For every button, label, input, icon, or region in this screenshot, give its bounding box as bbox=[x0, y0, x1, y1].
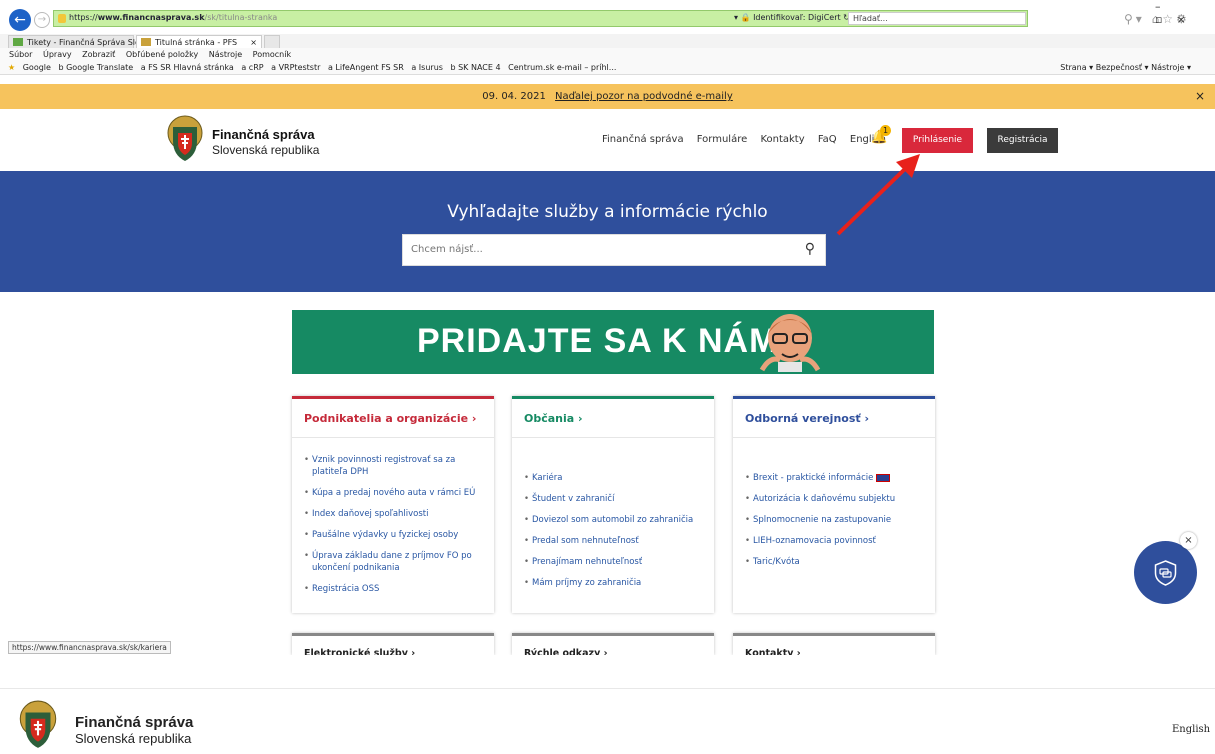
card-title[interactable]: Podnikatelia a organizácie › bbox=[304, 412, 476, 425]
cert-info[interactable]: ▾ 🔒 Identifikovaľ: DigiCert ↻ bbox=[734, 13, 850, 22]
alert-link[interactable]: Naďalej pozor na podvodné e-maily bbox=[555, 91, 733, 102]
brand-title[interactable]: Finančná správa bbox=[212, 127, 315, 142]
card-link[interactable]: Registrácia OSS bbox=[304, 583, 489, 595]
window-controls[interactable]: –▫× bbox=[1155, 0, 1215, 26]
favorite-link[interactable]: Google bbox=[23, 63, 51, 72]
card-kontakty[interactable]: Kontakty › bbox=[733, 633, 935, 659]
card-link[interactable]: LIEH-oznamovacia povinnosť bbox=[745, 535, 930, 547]
browser-menu-bar: Súbor Úpravy Zobraziť Obľúbené položky N… bbox=[0, 48, 1215, 61]
register-button[interactable]: Registrácia bbox=[987, 128, 1058, 153]
command-bar[interactable]: Strana ▾ Bezpečnosť ▾ Nástroje ▾ bbox=[1060, 63, 1191, 72]
url-text[interactable]: https://www.financnasprava.sk/sk/titulna… bbox=[69, 13, 277, 22]
tab-favicon-icon bbox=[141, 38, 151, 46]
card-link[interactable]: Paušálne výdavky u fyzickej osoby bbox=[304, 529, 489, 541]
new-tab-button[interactable] bbox=[264, 35, 280, 48]
spacer bbox=[0, 655, 1215, 688]
shield-chat-icon bbox=[1154, 560, 1177, 586]
tab-favicon-icon bbox=[13, 38, 23, 46]
career-banner[interactable]: PRIDAJTE SA K NÁM! bbox=[292, 310, 934, 374]
browser-tab-active[interactable]: Titulná stránka - PFS × bbox=[136, 35, 262, 48]
main-nav: Finančná správa Formuláre Kontakty FaQ E… bbox=[602, 134, 896, 145]
favorite-star-icon[interactable]: ★ bbox=[8, 63, 15, 72]
nav-item-financna-sprava[interactable]: Finančná správa bbox=[602, 134, 684, 145]
favorite-link[interactable]: a LifeAngent FS SR bbox=[328, 63, 404, 72]
search-hero bbox=[0, 171, 1215, 292]
nav-item-faq[interactable]: FaQ bbox=[818, 134, 837, 145]
favorite-link[interactable]: b Google Translate bbox=[58, 63, 133, 72]
card-link[interactable]: Taric/Kvóta bbox=[745, 556, 930, 568]
favorite-link[interactable]: a FS SR Hlavná stránka bbox=[141, 63, 234, 72]
card-link[interactable]: Doviezol som automobil zo zahraničia bbox=[524, 514, 709, 526]
menu-item[interactable]: Nástroje bbox=[209, 50, 242, 59]
card-podnikatelia: Podnikatelia a organizácie › Vznik povin… bbox=[292, 396, 494, 613]
card-link[interactable]: Úprava základu dane z príjmov FO po ukon… bbox=[304, 550, 489, 574]
close-icon[interactable]: × bbox=[1195, 84, 1205, 109]
card-link[interactable]: Prenajímam nehnuteľnosť bbox=[524, 556, 709, 568]
card-link[interactable]: Vznik povinnosti registrovať sa za plati… bbox=[304, 454, 489, 478]
card-link[interactable]: Autorizácia k daňovému subjektu bbox=[745, 493, 930, 505]
favorite-link[interactable]: b SK NACE 4 bbox=[450, 63, 500, 72]
menu-item[interactable]: Úpravy bbox=[43, 50, 72, 59]
site-icon bbox=[58, 14, 66, 23]
chat-shield-button[interactable] bbox=[1134, 541, 1197, 604]
hero-title: Vyhľadajte služby a informácie rýchlo bbox=[447, 202, 768, 222]
annotation-arrow-icon bbox=[836, 154, 920, 236]
brand-subtitle[interactable]: Slovenská republika bbox=[212, 143, 319, 157]
card-rychle-odkazy[interactable]: Rýchle odkazy › bbox=[512, 633, 714, 659]
nav-item-formulare[interactable]: Formuláre bbox=[697, 134, 747, 145]
nav-item-kontakty[interactable]: Kontakty bbox=[760, 134, 804, 145]
hero-search-input[interactable] bbox=[411, 244, 791, 255]
mascot-illustration bbox=[759, 314, 821, 372]
alert-date: 09. 04. 2021 bbox=[482, 91, 546, 102]
card-link[interactable]: Kúpa a predaj nového auta v rámci EÚ bbox=[304, 487, 489, 499]
coat-of-arms-logo[interactable] bbox=[167, 115, 203, 163]
footer-english-link[interactable]: English bbox=[1172, 724, 1210, 735]
menu-item[interactable]: Obľúbené položky bbox=[126, 50, 198, 59]
footer-brand-title[interactable]: Finančná správa bbox=[75, 714, 193, 731]
forward-arrow-icon[interactable]: → bbox=[34, 12, 50, 28]
banner-text: PRIDAJTE SA K NÁM! bbox=[417, 322, 791, 360]
notification-badge: 1 bbox=[880, 125, 891, 136]
favorite-link[interactable]: a VRPteststr bbox=[271, 63, 320, 72]
menu-item[interactable]: Pomocník bbox=[253, 50, 291, 59]
uk-flag-icon bbox=[876, 473, 891, 482]
card-link[interactable]: Index daňovej spoľahlivosti bbox=[304, 508, 489, 520]
card-elektronicke-sluzby[interactable]: Elektronické služby › bbox=[292, 633, 494, 659]
browser-address-area: ← → https://www.financnasprava.sk/sk/tit… bbox=[0, 0, 1215, 34]
favorite-link[interactable]: Centrum.sk e-mail – príhl... bbox=[508, 63, 616, 72]
card-link[interactable]: Brexit - praktické informácie bbox=[745, 472, 930, 484]
card-obcania: Občania › Kariéra Študent v zahraničí Do… bbox=[512, 396, 714, 613]
card-link[interactable]: Predal som nehnuteľnosť bbox=[524, 535, 709, 547]
card-link[interactable]: Kariéra bbox=[524, 472, 709, 484]
menu-item[interactable]: Zobraziť bbox=[82, 50, 115, 59]
card-odborna-verejnost: Odborná verejnosť › Brexit - praktické i… bbox=[733, 396, 935, 613]
card-title[interactable]: Občania › bbox=[524, 412, 583, 425]
url-bar[interactable]: https://www.financnasprava.sk/sk/titulna… bbox=[53, 10, 1028, 27]
favorites-bar: ★ Google b Google Translate a FS SR Hlav… bbox=[0, 61, 1215, 75]
footer-brand-subtitle[interactable]: Slovenská republika bbox=[75, 731, 191, 746]
card-link[interactable]: Mám príjmy zo zahraničia bbox=[524, 577, 709, 589]
close-icon[interactable]: × bbox=[1180, 532, 1197, 549]
hero-search-box[interactable]: ⚲ bbox=[402, 234, 826, 266]
browser-search-input[interactable]: Hľadať... bbox=[848, 12, 1026, 25]
card-title[interactable]: Odborná verejnosť › bbox=[745, 412, 869, 425]
card-link[interactable]: Študent v zahraničí bbox=[524, 493, 709, 505]
back-arrow-icon[interactable]: ← bbox=[9, 9, 31, 31]
menu-item[interactable]: Súbor bbox=[9, 50, 32, 59]
browser-tab[interactable]: Tikety - Finančná Správa Slove... bbox=[8, 35, 157, 48]
footer-coat-of-arms-logo[interactable] bbox=[13, 700, 63, 750]
favorite-link[interactable]: a Isurus bbox=[411, 63, 443, 72]
alert-banner: 09. 04. 2021 Naďalej pozor na podvodné e… bbox=[0, 84, 1215, 109]
browser-tab-strip: Tikety - Finančná Správa Slove... Tituln… bbox=[0, 34, 1215, 48]
status-bar-url: https://www.financnasprava.sk/sk/kariera bbox=[8, 641, 171, 654]
card-link[interactable]: Splnomocnenie na zastupovanie bbox=[745, 514, 930, 526]
favorite-link[interactable]: a cRP bbox=[241, 63, 263, 72]
search-icon[interactable]: ⚲ bbox=[805, 241, 815, 257]
